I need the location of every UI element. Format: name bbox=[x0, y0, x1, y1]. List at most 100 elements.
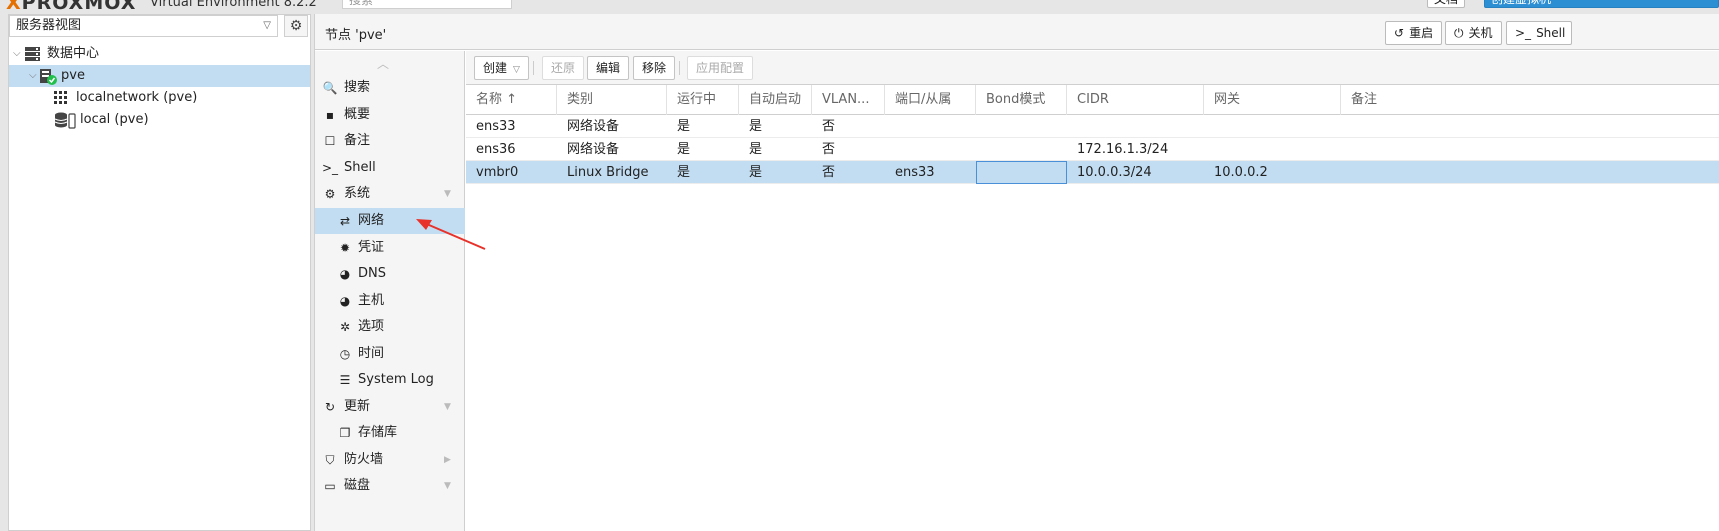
top-bar: XPROXMOX Virtual Environment 8.2.2 搜索 文档… bbox=[0, 0, 1719, 14]
menu-item-label: 选项 bbox=[358, 319, 385, 334]
column-header[interactable]: 端口/从属 bbox=[885, 85, 976, 115]
resource-tree-panel: 服务器视图 ▽ ⚙ ⌵ 数据中心 ⌵ pve localnetwork (pve… bbox=[8, 14, 311, 531]
exchange-icon: ⇄ bbox=[339, 214, 351, 228]
column-header[interactable]: 运行中 bbox=[667, 85, 739, 115]
create-label: 创建 bbox=[483, 61, 508, 75]
terminal-icon: >_ bbox=[322, 161, 339, 175]
page-title: 节点 'pve' bbox=[325, 28, 387, 43]
table-row[interactable]: ens33 网络设备 是 是 否 bbox=[466, 115, 1719, 138]
grid-header: 名称 ↑ 类别 运行中 自动启动 VLAN... 端口/从属 Bond模式 CIDR 网关 备注 bbox=[466, 85, 1719, 115]
column-header[interactable]: 类别 bbox=[557, 85, 667, 115]
table-cell bbox=[1204, 115, 1341, 138]
column-header[interactable]: 备注 bbox=[1341, 85, 1719, 115]
menu-item-label: 存储库 bbox=[358, 425, 398, 440]
menu-item-label: 磁盘 bbox=[344, 478, 371, 493]
chevron-right-icon[interactable]: ▶ bbox=[444, 447, 451, 473]
chevron-down-icon[interactable]: ⌵ bbox=[13, 43, 21, 65]
column-header[interactable]: 自动启动 bbox=[739, 85, 812, 115]
menu-item-label: 系统 bbox=[344, 186, 371, 201]
annotation-arrow bbox=[416, 219, 486, 250]
toolbar-divider bbox=[679, 61, 680, 75]
menu-item-globe[interactable]: ◕ DNS bbox=[315, 261, 465, 287]
menu-item-list[interactable]: ☰ System Log bbox=[315, 367, 465, 393]
edit-button[interactable]: 编辑 bbox=[587, 56, 630, 80]
network-toolbar: 创建 ▽ 还原 编辑 移除 应用配置 bbox=[466, 51, 1719, 85]
table-cell: 是 bbox=[677, 165, 691, 180]
table-cell bbox=[1341, 138, 1719, 161]
table-cell bbox=[976, 115, 1067, 138]
table-cell: vmbr0 bbox=[476, 165, 519, 180]
menu-item-cogs[interactable]: ⚙ 系统 ▼ bbox=[315, 181, 465, 207]
global-search-input[interactable]: 搜索 bbox=[342, 0, 512, 9]
table-row[interactable]: ens36 网络设备 是 是 否 172.16.1.3/24 bbox=[466, 138, 1719, 161]
table-cell: 是 bbox=[677, 119, 691, 134]
toolbar-divider bbox=[533, 61, 534, 75]
table-cell bbox=[885, 115, 976, 138]
tree-item-pve[interactable]: ⌵ pve bbox=[9, 65, 310, 87]
table-cell: 10.0.0.2 bbox=[1214, 165, 1268, 180]
docs-button[interactable]: 文档 bbox=[1427, 0, 1466, 8]
table-cell bbox=[1341, 161, 1719, 184]
table-cell: ens33 bbox=[476, 119, 516, 134]
table-cell bbox=[1204, 138, 1341, 161]
chevron-down-icon[interactable]: ▼ bbox=[444, 394, 451, 420]
table-cell bbox=[1341, 115, 1719, 138]
menu-item-hdd[interactable]: ▭ 磁盘 ▼ bbox=[315, 473, 465, 499]
menu-item-copy[interactable]: ❐ 存储库 bbox=[315, 420, 465, 446]
restart-button[interactable]: ↺ 重启 bbox=[1385, 21, 1443, 45]
chevron-down-icon: ▽ bbox=[263, 20, 271, 31]
menu-item-shield[interactable]: ⛉ 防火墙 ▶ bbox=[315, 447, 465, 473]
tree-item-datacenter[interactable]: ⌵ 数据中心 bbox=[9, 43, 310, 65]
node-nav-menu: ︿ 🔍 搜索 ▪ 概要 ☐ 备注 >_ Shell ⚙ 系统 ▼ ⇄ 网络 ✹ 凭证 ◕ DNS ◕ 主机 ✲ 选项 ◷ 时… bbox=[315, 51, 465, 531]
tree-item-localnetwork[interactable]: localnetwork (pve) bbox=[9, 87, 310, 109]
table-cell: 否 bbox=[822, 165, 836, 180]
create-vm-button[interactable]: 创建虚拟机 bbox=[1484, 0, 1719, 8]
menu-item-search[interactable]: 🔍 搜索 bbox=[315, 75, 465, 101]
column-header[interactable]: 网关 bbox=[1204, 85, 1341, 115]
resource-tree: ⌵ 数据中心 ⌵ pve localnetwork (pve) local (p… bbox=[9, 43, 310, 131]
terminal-icon: >_ bbox=[1515, 26, 1532, 40]
menu-item-globe[interactable]: ◕ 主机 bbox=[315, 288, 465, 314]
gear-icon[interactable]: ⚙ bbox=[284, 15, 308, 37]
apply-config-button[interactable]: 应用配置 bbox=[687, 56, 754, 80]
globe-icon: ◕ bbox=[339, 267, 351, 281]
table-cell: 是 bbox=[677, 142, 691, 157]
tree-item-local-storage[interactable]: local (pve) bbox=[9, 109, 310, 131]
chevron-up-icon[interactable]: ︿ bbox=[377, 55, 389, 72]
chevron-down-icon[interactable]: ▼ bbox=[444, 181, 451, 207]
menu-item-refresh[interactable]: ↻ 更新 ▼ bbox=[315, 394, 465, 420]
revert-button[interactable]: 还原 bbox=[542, 56, 585, 80]
shutdown-button[interactable]: ⏻ 关机 bbox=[1445, 21, 1502, 45]
menu-item-notes[interactable]: ☐ 备注 bbox=[315, 128, 465, 154]
copy-icon: ❐ bbox=[339, 426, 351, 440]
focused-cell[interactable] bbox=[976, 161, 1067, 184]
menu-item-gear[interactable]: ✲ 选项 bbox=[315, 314, 465, 340]
tree-item-label: localnetwork (pve) bbox=[76, 90, 198, 105]
column-header[interactable]: CIDR bbox=[1067, 85, 1204, 115]
proxmox-logo: XPROXMOX bbox=[6, 0, 137, 14]
menu-item-label: 凭证 bbox=[358, 240, 385, 255]
remove-button[interactable]: 移除 bbox=[633, 56, 676, 80]
table-cell: ens36 bbox=[476, 142, 516, 157]
column-header[interactable]: 名称 ↑ bbox=[466, 85, 557, 115]
view-select[interactable]: 服务器视图 ▽ bbox=[9, 15, 278, 37]
chevron-down-icon: ▽ bbox=[513, 65, 520, 75]
menu-item-label: 备注 bbox=[344, 133, 371, 148]
create-button[interactable]: 创建 ▽ bbox=[474, 56, 529, 80]
chevron-down-icon[interactable]: ⌵ bbox=[29, 65, 37, 87]
column-header[interactable]: Bond模式 bbox=[976, 85, 1067, 115]
table-row[interactable]: vmbr0 Linux Bridge 是 是 否 ens33 10.0.0.3/24 10.0… bbox=[466, 161, 1719, 184]
menu-item-terminal[interactable]: >_ Shell bbox=[315, 155, 465, 181]
table-cell bbox=[976, 138, 1067, 161]
menu-item-label: 防火墙 bbox=[344, 452, 384, 467]
chevron-down-icon[interactable]: ▼ bbox=[444, 473, 451, 499]
datacenter-icon bbox=[25, 47, 40, 61]
column-header[interactable]: VLAN... bbox=[812, 85, 885, 115]
cogs-icon: ⚙ bbox=[324, 187, 336, 201]
shell-label: Shell bbox=[1536, 26, 1566, 40]
menu-item-book[interactable]: ▪ 概要 bbox=[315, 102, 465, 128]
menu-item-clock[interactable]: ◷ 时间 bbox=[315, 341, 465, 367]
hdd-icon: ▭ bbox=[324, 479, 336, 493]
table-cell: 172.16.1.3/24 bbox=[1077, 142, 1169, 157]
shell-button[interactable]: >_ Shell bbox=[1506, 21, 1572, 45]
